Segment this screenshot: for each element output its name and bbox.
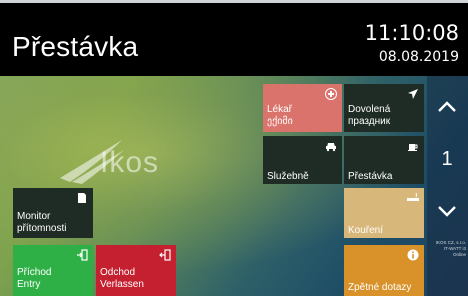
coffee-cup-icon: [408, 144, 418, 151]
info-icon: [407, 249, 419, 261]
clock-date: 08.08.2019: [378, 49, 459, 65]
tile-sluzebne-label: Služebně: [267, 171, 309, 182]
header-bar: Přestávka 11:10:08 08.08.2019: [0, 0, 468, 76]
tile-lekar[interactable]: Lékař ექიმი: [263, 84, 342, 132]
tile-lekar-label: Lékař: [267, 104, 293, 115]
tile-prestavka-label: Přestávka: [348, 171, 393, 182]
clock-time: 11:10:08: [364, 21, 459, 45]
cigarette-icon: [407, 192, 419, 201]
document-icon: [78, 193, 86, 203]
tile-prichod-sublabel: Entry: [17, 279, 41, 290]
tile-zpetne-label: Zpětné dotazy: [348, 282, 412, 293]
tile-prichod[interactable]: Příchod Entry: [13, 245, 93, 296]
tile-odchod-sublabel: Verlassen: [100, 279, 144, 290]
page-down-chevron-icon[interactable]: [436, 200, 458, 222]
tile-odchod[interactable]: Odchod Verlassen: [96, 245, 176, 296]
tile-odchod-label: Odchod: [100, 267, 136, 278]
page-number: 1: [441, 148, 453, 170]
tile-dovolena-label: Dovolená: [348, 104, 391, 115]
tile-koureni[interactable]: Kouření: [344, 188, 424, 238]
tile-zpetne-dotazy[interactable]: Zpětné dotazy: [344, 245, 424, 296]
connection-status: Online: [452, 252, 466, 257]
tile-prichod-label: Příchod: [17, 267, 52, 278]
page-title: Přestávka: [12, 31, 139, 62]
ikos-logo-text: Ikos: [100, 146, 160, 179]
medical-icon: [325, 88, 337, 100]
exit-door-icon: [159, 249, 171, 261]
car-icon: [326, 143, 336, 152]
tile-dovolena[interactable]: Dovolená праздник: [344, 84, 424, 132]
tile-koureni-label: Kouření: [348, 225, 384, 236]
airplane-icon: [408, 89, 418, 99]
page-up-chevron-icon[interactable]: [436, 96, 458, 118]
tile-lekar-sublabel: ექიმი: [267, 116, 293, 127]
tile-monitor[interactable]: Monitor přítomnosti: [13, 188, 93, 238]
tile-sluzebne[interactable]: Služebně: [263, 136, 342, 184]
tile-prestavka[interactable]: Přestávka: [344, 136, 424, 184]
tile-dovolena-sublabel: праздник: [348, 116, 391, 127]
enter-door-icon: [77, 249, 88, 261]
tile-monitor-sublabel: přítomnosti: [17, 223, 67, 234]
tile-monitor-label: Monitor: [17, 211, 51, 222]
company-info: IKOS CZ, s.r.o. IT-WATT i3 Online: [428, 240, 468, 258]
